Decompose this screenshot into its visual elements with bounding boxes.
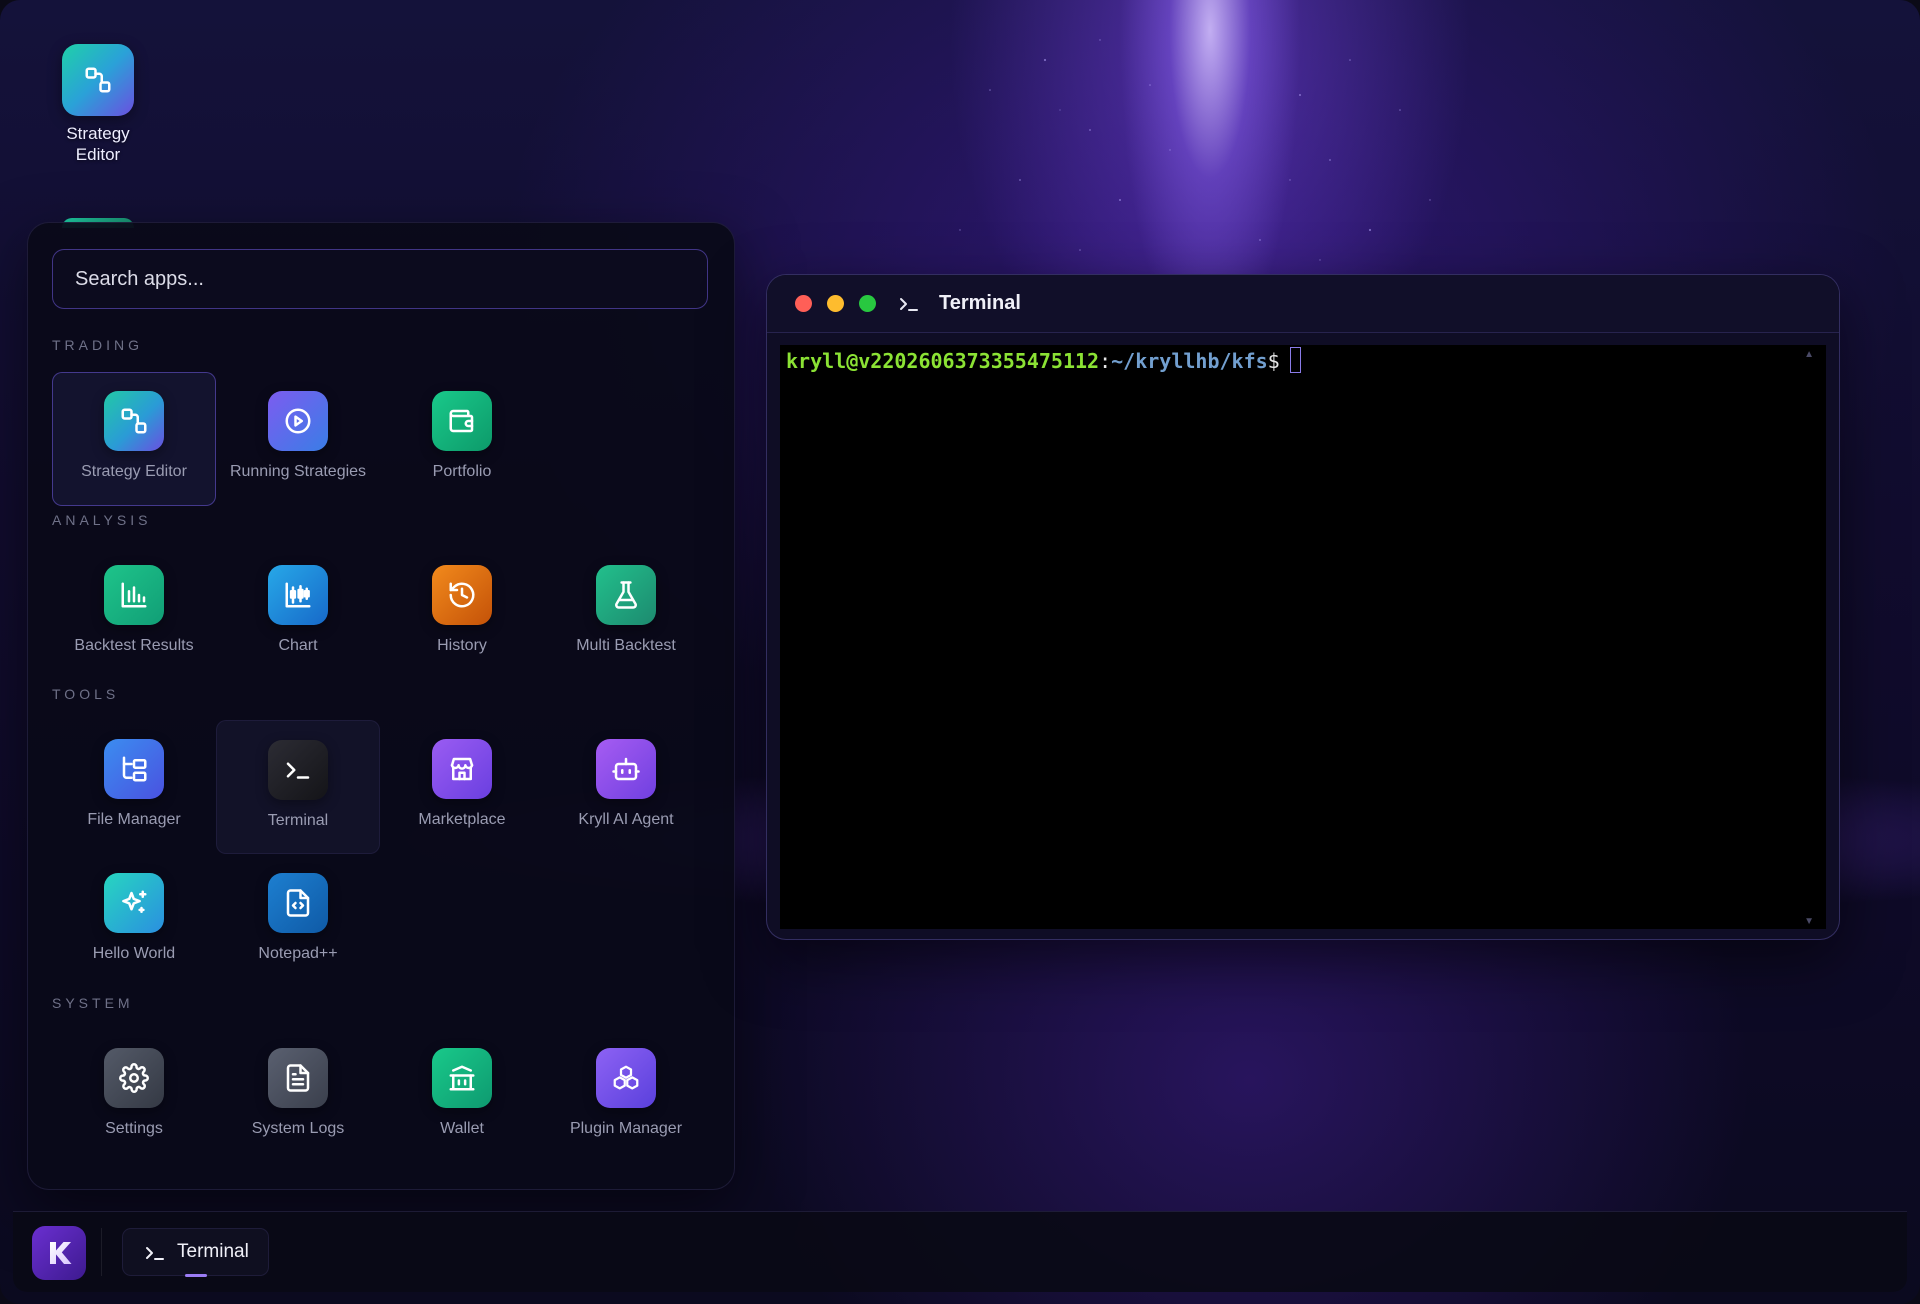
section-title-system: SYSTEM [52, 995, 134, 1011]
app-name: Wallet [440, 1120, 484, 1137]
store-icon [432, 739, 492, 799]
app-history[interactable]: History [380, 546, 544, 680]
cubes-icon [596, 1048, 656, 1108]
app-file-manager[interactable]: File Manager [52, 720, 216, 854]
scroll-down-arrow-icon[interactable]: ▼ [1804, 916, 1814, 927]
terminal-prompt: kryll@v2202606373355475112:~/kryllhb/kfs… [786, 345, 1301, 377]
app-name: Hello World [92, 945, 176, 962]
nodes-icon [104, 391, 164, 451]
desktop-icon-label: Strategy Editor [66, 124, 130, 164]
window-title: Terminal [939, 292, 1021, 314]
app-name: Multi Backtest [576, 637, 676, 654]
desktop: Strategy Editor TRADING ANALYSIS TOOLS S… [0, 0, 1920, 1304]
play-circle-icon [268, 391, 328, 451]
app-notepad-plus-plus[interactable]: Notepad++ [216, 854, 380, 988]
robot-icon [596, 739, 656, 799]
close-button[interactable] [795, 295, 812, 312]
app-name: Kryll AI Agent [578, 811, 674, 828]
terminal-icon [143, 1241, 167, 1270]
document-icon [268, 1048, 328, 1108]
app-name: Marketplace [418, 811, 506, 828]
app-backtest-results[interactable]: Backtest Results [52, 546, 216, 680]
terminal-output[interactable]: kryll@v2202606373355475112:~/kryllhb/kfs… [780, 345, 1826, 929]
app-plugin-manager[interactable]: Plugin Manager [544, 1029, 708, 1163]
app-terminal[interactable]: Terminal [216, 720, 380, 854]
app-settings[interactable]: Settings [52, 1029, 216, 1163]
app-name: Plugin Manager [569, 1120, 683, 1137]
app-marketplace[interactable]: Marketplace [380, 720, 544, 854]
strategy-editor-icon [62, 44, 134, 116]
app-name: Terminal [267, 812, 329, 829]
active-indicator [185, 1274, 207, 1277]
prompt-symbol: $ [1267, 349, 1280, 373]
taskbar-divider [101, 1228, 102, 1276]
sparkles-icon [104, 873, 164, 933]
folder-tree-icon [104, 739, 164, 799]
prompt-user-host: kryll@v2202606373355475112 [786, 349, 1100, 373]
history-icon [432, 565, 492, 625]
kryll-logo-icon [50, 1242, 72, 1264]
app-multi-backtest[interactable]: Multi Backtest [544, 546, 708, 680]
app-system-logs[interactable]: System Logs [216, 1029, 380, 1163]
taskbar: Terminal [13, 1211, 1907, 1292]
section-title-trading: TRADING [52, 337, 143, 353]
section-title-tools: TOOLS [52, 686, 120, 702]
taskbar-item-terminal[interactable]: Terminal [122, 1228, 269, 1277]
taskbar-item-label: Terminal [177, 1241, 249, 1262]
maximize-button[interactable] [859, 295, 876, 312]
app-running-strategies[interactable]: Running Strategies [216, 372, 380, 506]
text-cursor [1289, 347, 1301, 373]
terminal-window: Terminal kryll@v2202606373355475112:~/kr… [766, 274, 1840, 940]
app-kryll-ai-agent[interactable]: Kryll AI Agent [544, 720, 708, 854]
app-name: Backtest Results [74, 637, 194, 654]
app-name: System Logs [251, 1120, 345, 1137]
app-name: Settings [105, 1120, 163, 1137]
app-name: Strategy Editor [81, 463, 187, 480]
flask-icon [596, 565, 656, 625]
app-name: File Manager [87, 811, 181, 828]
candlestick-icon [268, 565, 328, 625]
app-name: Running Strategies [229, 463, 367, 480]
bank-icon [432, 1048, 492, 1108]
wallet-icon [432, 391, 492, 451]
app-name: Chart [278, 637, 318, 654]
terminal-icon [897, 292, 921, 321]
app-wallet[interactable]: Wallet [380, 1029, 544, 1163]
app-portfolio[interactable]: Portfolio [380, 372, 544, 506]
app-hello-world[interactable]: Hello World [52, 854, 216, 988]
bar-chart-icon [104, 565, 164, 625]
gear-icon [104, 1048, 164, 1108]
app-name: History [437, 637, 487, 654]
scroll-up-arrow-icon[interactable]: ▲ [1804, 349, 1814, 360]
app-chart[interactable]: Chart [216, 546, 380, 680]
section-title-analysis: ANALYSIS [52, 512, 152, 528]
prompt-path: ~/kryllhb/kfs [1111, 349, 1268, 373]
app-launcher: TRADING ANALYSIS TOOLS SYSTEM Strategy E… [27, 222, 735, 1190]
terminal-icon [268, 740, 328, 800]
prompt-colon: : [1099, 349, 1112, 373]
window-titlebar[interactable]: Terminal [767, 275, 1839, 333]
app-name: Notepad++ [258, 945, 338, 962]
launcher-button[interactable] [32, 1226, 86, 1280]
search-apps-input[interactable] [52, 249, 708, 309]
minimize-button[interactable] [827, 295, 844, 312]
code-file-icon [268, 873, 328, 933]
desktop-icon-strategy-editor[interactable]: Strategy Editor [50, 44, 146, 165]
app-strategy-editor[interactable]: Strategy Editor [52, 372, 216, 506]
app-name: Portfolio [432, 463, 492, 480]
